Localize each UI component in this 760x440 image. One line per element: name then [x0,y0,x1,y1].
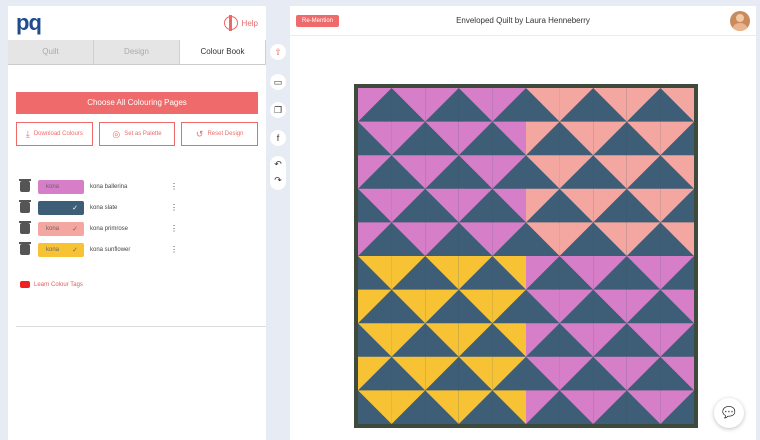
avatar[interactable] [730,11,750,31]
tabs-divider [8,64,266,65]
left-panel: pq Help Quilt Design Colour Book Choose … [8,6,274,440]
trash-icon[interactable] [19,221,31,234]
lifebuoy-icon [223,15,238,31]
tool-rail: ⇧ ▭ ❐ f ↶ ↷ [266,6,290,440]
app-logo[interactable]: pq [16,10,42,36]
set-palette-button[interactable]: ◎ Set as Palette [98,122,176,146]
swatch-row: kona ✓ kona primrose ⋮ [19,218,260,239]
tab-colour-book[interactable]: Colour Book [180,40,266,64]
quilt-grid [358,88,694,424]
quilt-preview[interactable] [354,84,698,428]
learn-link-label: Learn Colour Tags [34,281,83,288]
chip-label: kona [46,225,60,232]
target-icon: ◎ [112,128,121,139]
trash-icon[interactable] [19,242,31,255]
undo-redo-control[interactable]: ↶ ↷ [270,156,286,190]
download-icon: ⤓ [25,128,30,139]
trash-icon[interactable] [19,200,31,213]
facebook-icon[interactable]: f [270,130,286,146]
panel-divider [16,326,274,327]
canvas-toolbar: Re-Mention Enveloped Quilt by Laura Henn… [290,6,756,36]
tab-quilt[interactable]: Quilt [8,40,94,64]
tab-design[interactable]: Design [94,40,180,64]
chat-button[interactable]: 💬 [714,398,744,428]
swatch-row: kona ✓ kona sunflower ⋮ [19,239,260,260]
chip-label: kona [46,246,60,253]
download-colours-label: Download Colours [33,131,83,137]
colour-chip[interactable]: kona ✓ [38,242,84,257]
help-label: Help [241,18,258,28]
colour-chip[interactable]: kona [38,179,84,194]
undo-icon[interactable]: ↶ [270,156,286,172]
check-icon: ✓ [72,225,78,233]
swatch-row: ✓ kona slate ⋮ [19,197,260,218]
monitor-icon[interactable]: ▭ [270,74,286,90]
more-icon[interactable]: ⋮ [170,245,178,254]
copy-icon[interactable]: ❐ [270,102,286,118]
redo-icon[interactable]: ↷ [270,172,286,188]
action-buttons: ⤓ Download Colours ◎ Set as Palette ↺ Re… [16,122,259,146]
reset-design-label: Reset Design [207,131,244,137]
reset-design-button[interactable]: ↺ Reset Design [181,122,259,146]
pin-icon[interactable]: ⇧ [270,44,286,60]
reset-icon: ↺ [195,128,204,139]
quilt-title: Enveloped Quilt by Laura Henneberry [456,16,590,25]
colour-chip[interactable]: ✓ [38,200,84,215]
set-palette-label: Set as Palette [124,131,162,137]
swatch-row: kona kona ballerina ⋮ [19,176,260,197]
swatch-list: kona kona ballerina ⋮ ✓ kona slate ⋮ kon… [19,176,260,260]
colour-chip[interactable]: kona ✓ [38,221,84,236]
swatch-name: kona sunflower [90,246,131,253]
swatch-name: kona slate [90,204,118,211]
youtube-icon [20,281,30,288]
more-icon[interactable]: ⋮ [170,224,178,233]
check-icon: ✓ [72,204,78,212]
download-colours-button[interactable]: ⤓ Download Colours [16,122,93,146]
check-icon: ✓ [72,246,78,254]
more-icon[interactable]: ⋮ [170,182,178,191]
trash-icon[interactable] [19,179,31,192]
chat-icon: 💬 [722,407,736,419]
swatch-name: kona primrose [90,225,129,232]
swatch-name: kona ballerina [90,183,128,190]
panel-tabs: Quilt Design Colour Book [8,40,266,64]
more-icon[interactable]: ⋮ [170,203,178,212]
help-button[interactable]: Help [223,15,258,31]
choose-colouring-pages-button[interactable]: Choose All Colouring Pages [16,92,258,114]
chip-label: kona [46,183,60,190]
learn-colour-tags-link[interactable]: Learn Colour Tags [20,281,83,288]
main-canvas: Re-Mention Enveloped Quilt by Laura Henn… [290,6,756,440]
